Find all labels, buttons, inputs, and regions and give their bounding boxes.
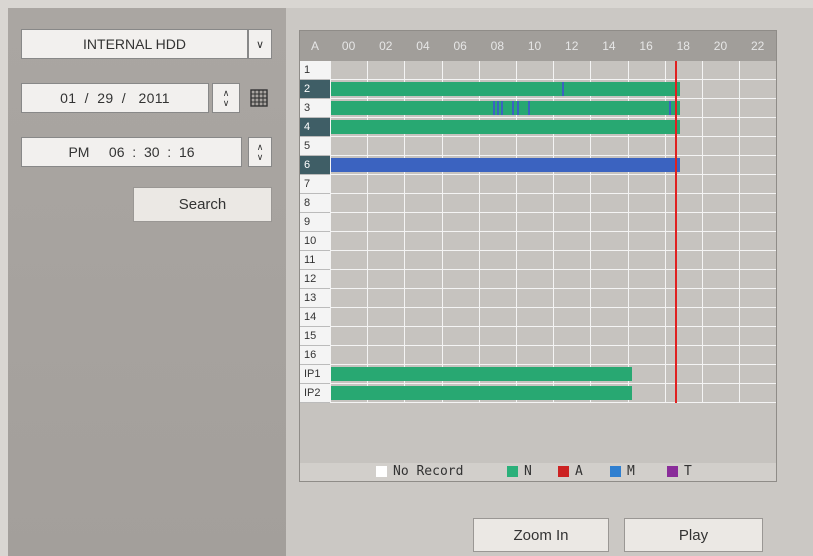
storage-select-value: INTERNAL HDD (83, 36, 186, 52)
legend-label-no-record: No Record (393, 464, 464, 479)
channel-row[interactable]: 12 (300, 270, 776, 289)
channel-label[interactable]: 1 (300, 61, 330, 80)
recording-bar-normal (331, 120, 680, 134)
motion-event-marker (512, 101, 514, 115)
legend-label-text: T (684, 464, 692, 479)
chevron-up-icon[interactable]: ∧ (257, 142, 264, 152)
channel-label[interactable]: 10 (300, 232, 330, 251)
channel-row[interactable]: 14 (300, 308, 776, 327)
play-label: Play (678, 526, 709, 544)
channel-row[interactable]: 9 (300, 213, 776, 232)
date-stepper[interactable]: ∧ ∨ (212, 83, 240, 113)
channel-label[interactable]: 12 (300, 270, 330, 289)
channel-label[interactable]: 8 (300, 194, 330, 213)
hour-label: 10 (515, 31, 554, 61)
channel-label[interactable]: 13 (300, 289, 330, 308)
chevron-down-icon: ∨ (255, 38, 265, 51)
legend-swatch-normal (507, 466, 518, 477)
motion-event-marker (493, 101, 495, 115)
date-field[interactable]: 01 / 29 / 2011 (21, 83, 209, 113)
grid-column-line (702, 61, 703, 403)
motion-event-marker (528, 101, 530, 115)
channel-label[interactable]: 2 (300, 80, 330, 99)
hour-header: A 00 02 04 06 08 10 12 14 16 18 20 22 (300, 31, 777, 61)
recording-bar-normal (331, 386, 632, 400)
recording-bar-normal (331, 82, 680, 96)
hour-label: 16 (627, 31, 665, 61)
channel-row[interactable]: 5 (300, 137, 776, 156)
timeline-grid[interactable]: A 00 02 04 06 08 10 12 14 16 18 20 22 No Record N A… (299, 30, 777, 482)
hour-label: 00 (330, 31, 368, 61)
channel-label[interactable]: 6 (300, 156, 330, 175)
hour-label: 08 (478, 31, 516, 61)
legend-swatch-text (667, 466, 678, 477)
motion-event-marker (517, 101, 519, 115)
channel-row[interactable]: 8 (300, 194, 776, 213)
channel-label[interactable]: 11 (300, 251, 330, 270)
channel-row[interactable]: 11 (300, 251, 776, 270)
channel-row[interactable]: 1 (300, 61, 776, 80)
legend-label-motion: M (627, 464, 635, 479)
corner-label: A (300, 31, 330, 61)
time-field[interactable]: PM 06 : 30 : 16 (21, 137, 242, 167)
chevron-down-icon[interactable]: ∨ (223, 98, 230, 108)
zoom-in-button[interactable]: Zoom In (473, 518, 609, 552)
search-button[interactable]: Search (133, 187, 272, 222)
hour-label: 14 (590, 31, 628, 61)
hour-label: 04 (404, 31, 442, 61)
motion-event-marker (501, 101, 503, 115)
time-value: PM 06 : 30 : 16 (68, 144, 195, 160)
channel-label[interactable]: IP1 (300, 365, 330, 384)
channel-label[interactable]: 7 (300, 175, 330, 194)
hour-label: 20 (701, 31, 740, 61)
hour-label: 18 (664, 31, 702, 61)
hour-label: 06 (441, 31, 479, 61)
current-time-cursor[interactable] (675, 61, 677, 403)
legend: No Record N A M T (300, 463, 776, 481)
channel-label[interactable]: 4 (300, 118, 330, 137)
storage-select[interactable]: INTERNAL HDD (21, 29, 248, 59)
channel-label[interactable]: 3 (300, 99, 330, 118)
chevron-up-icon[interactable]: ∧ (223, 88, 230, 98)
channel-row[interactable]: 7 (300, 175, 776, 194)
legend-swatch-alarm (558, 466, 569, 477)
channel-label[interactable]: 14 (300, 308, 330, 327)
date-value: 01 / 29 / 2011 (60, 90, 170, 106)
motion-event-marker (497, 101, 499, 115)
channel-row[interactable]: 10 (300, 232, 776, 251)
chevron-down-icon[interactable]: ∨ (257, 152, 264, 162)
hour-label: 12 (553, 31, 591, 61)
calendar-icon[interactable] (250, 89, 268, 107)
storage-dropdown-button[interactable]: ∨ (248, 29, 272, 59)
recording-bar-normal (331, 367, 632, 381)
channel-label[interactable]: IP2 (300, 384, 330, 403)
channel-label[interactable]: 15 (300, 327, 330, 346)
time-stepper[interactable]: ∧ ∨ (248, 137, 272, 167)
channel-label[interactable]: 16 (300, 346, 330, 365)
channel-row[interactable]: 13 (300, 289, 776, 308)
play-button[interactable]: Play (624, 518, 763, 552)
hour-label: 02 (367, 31, 405, 61)
legend-swatch-no-record (376, 466, 387, 477)
legend-label-normal: N (524, 464, 532, 479)
zoom-in-label: Zoom In (513, 526, 569, 544)
channel-label[interactable]: 9 (300, 213, 330, 232)
channel-row[interactable]: 15 (300, 327, 776, 346)
legend-swatch-motion (610, 466, 621, 477)
search-button-label: Search (178, 196, 227, 213)
recording-bar-normal (331, 101, 680, 115)
legend-label-alarm: A (575, 464, 583, 479)
grid-column-line (739, 61, 741, 403)
motion-event-marker (562, 82, 564, 96)
recording-bar-motion (331, 158, 680, 172)
hour-label: 22 (739, 31, 777, 61)
channel-label[interactable]: 5 (300, 137, 330, 156)
channel-row[interactable]: 16 (300, 346, 776, 365)
motion-event-marker (669, 101, 671, 115)
